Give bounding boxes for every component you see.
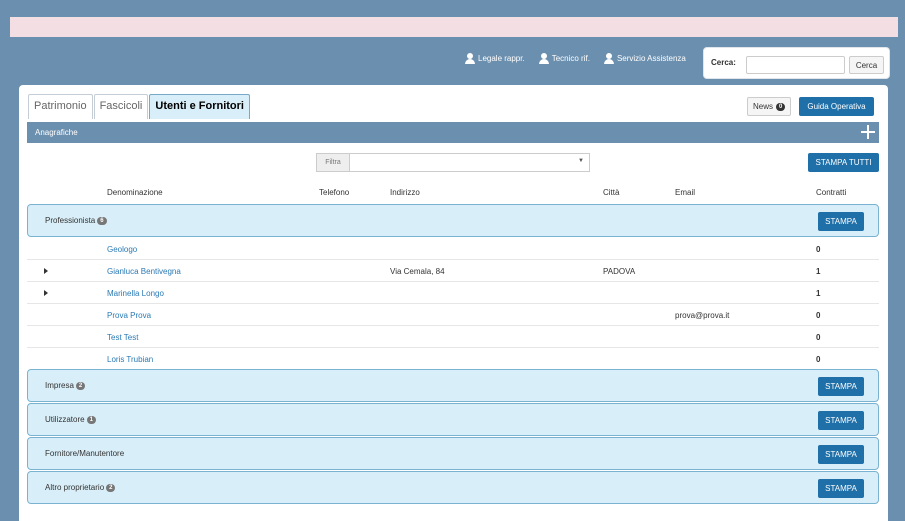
row-contratti: 1 bbox=[816, 267, 821, 276]
table-row: Marinella Longo 1 bbox=[27, 282, 879, 304]
column-header-email: Email bbox=[675, 188, 696, 197]
top-bar bbox=[10, 6, 898, 17]
guida-operativa-button[interactable]: Guida Operativa bbox=[799, 97, 874, 116]
table-row: Loris Trubian 0 bbox=[27, 348, 879, 370]
stampa-tutti-button[interactable]: STAMPA TUTTI bbox=[808, 153, 879, 172]
row-name-link[interactable]: Loris Trubian bbox=[107, 355, 153, 364]
servizio-assistenza-link[interactable]: Servizio Assistenza bbox=[603, 53, 686, 64]
group-label: Altro proprietario bbox=[45, 483, 105, 492]
group-professionista[interactable]: Professionista 6 STAMPA bbox=[27, 204, 879, 237]
section-header: Anagrafiche bbox=[27, 122, 879, 143]
filter-select[interactable]: ▼ bbox=[349, 153, 590, 172]
user-links: Legale rappr. Tecnico rif. Servizio Assi… bbox=[465, 53, 686, 64]
count-badge: 2 bbox=[75, 381, 86, 390]
stampa-button[interactable]: STAMPA bbox=[818, 445, 864, 464]
column-header-citta: Città bbox=[603, 188, 620, 197]
tecnico-rif-label: Tecnico rif. bbox=[551, 54, 590, 63]
tab-fascicoli[interactable]: Fascicoli bbox=[93, 94, 149, 119]
servizio-assistenza-label: Servizio Assistenza bbox=[616, 54, 686, 63]
notice-strip bbox=[10, 17, 898, 37]
user-bar: Legale rappr. Tecnico rif. Servizio Assi… bbox=[10, 37, 898, 85]
main-panel: Patrimonio Fascicoli Utenti e Fornitori … bbox=[19, 85, 888, 521]
row-name-link[interactable]: Gianluca Bentivegna bbox=[107, 267, 181, 276]
table-row: Geologo 0 bbox=[27, 238, 879, 260]
row-indirizzo: Via Cemala, 84 bbox=[390, 267, 445, 276]
row-contratti: 0 bbox=[816, 333, 821, 342]
user-icon bbox=[465, 53, 475, 64]
tabs: Patrimonio Fascicoli Utenti e Fornitori bbox=[28, 94, 251, 119]
group-utilizzatore[interactable]: Utilizzatore 1 STAMPA bbox=[27, 403, 879, 436]
group-altro-proprietario[interactable]: Altro proprietario 2 STAMPA bbox=[27, 471, 879, 504]
row-email: prova@prova.it bbox=[675, 311, 730, 320]
group-label: Impresa bbox=[45, 381, 74, 390]
row-citta: PADOVA bbox=[603, 267, 636, 276]
stampa-button[interactable]: STAMPA bbox=[818, 212, 864, 231]
group-fornitore-manutentore[interactable]: Fornitore/Manutentore STAMPA bbox=[27, 437, 879, 470]
row-contratti: 0 bbox=[816, 311, 821, 320]
row-contratti: 0 bbox=[816, 245, 821, 254]
filter-label: Filtra bbox=[316, 153, 349, 172]
legale-rappr-label: Legale rappr. bbox=[478, 54, 525, 63]
expand-arrow-icon[interactable] bbox=[44, 268, 48, 274]
legale-rappr-link[interactable]: Legale rappr. bbox=[465, 53, 525, 64]
row-contratti: 1 bbox=[816, 289, 821, 298]
count-badge: 1 bbox=[86, 415, 96, 424]
row-name-link[interactable]: Prova Prova bbox=[107, 311, 151, 320]
news-label: News bbox=[753, 102, 774, 111]
group-name: Fornitore/Manutentore bbox=[45, 449, 124, 458]
column-header-telefono: Telefono bbox=[319, 188, 350, 197]
group-name: Impresa 2 bbox=[45, 381, 86, 390]
tecnico-rif-link[interactable]: Tecnico rif. bbox=[538, 53, 590, 64]
table-row: Test Test 0 bbox=[27, 326, 879, 348]
column-header-denominazione: Denominazione bbox=[107, 188, 163, 197]
tab-patrimonio[interactable]: Patrimonio bbox=[28, 94, 93, 119]
row-name-link[interactable]: Test Test bbox=[107, 333, 138, 342]
news-count-badge: 0 bbox=[776, 102, 786, 111]
group-impresa[interactable]: Impresa 2 STAMPA bbox=[27, 369, 879, 402]
table-row: Prova Prova prova@prova.it 0 bbox=[27, 304, 879, 326]
search-label: Cerca: bbox=[711, 58, 736, 67]
table-row: Gianluca Bentivegna Via Cemala, 84 PADOV… bbox=[27, 260, 879, 282]
group-label: Professionista bbox=[45, 216, 96, 225]
group-label: Fornitore/Manutentore bbox=[45, 449, 125, 458]
expand-arrow-icon[interactable] bbox=[44, 290, 48, 296]
group-name: Altro proprietario 2 bbox=[45, 483, 116, 492]
row-name-link[interactable]: Marinella Longo bbox=[107, 289, 164, 298]
search-button[interactable]: Cerca bbox=[849, 56, 884, 74]
stampa-button[interactable]: STAMPA bbox=[818, 377, 864, 396]
chevron-down-icon: ▼ bbox=[578, 158, 584, 164]
search-input[interactable] bbox=[746, 56, 845, 74]
section-title: Anagrafiche bbox=[35, 128, 78, 137]
tab-utenti-fornitori[interactable]: Utenti e Fornitori bbox=[149, 94, 250, 119]
filter-control: Filtra ▼ bbox=[316, 153, 590, 172]
column-header-contratti: Contratti bbox=[816, 188, 847, 197]
stampa-button[interactable]: STAMPA bbox=[818, 411, 864, 430]
stampa-button[interactable]: STAMPA bbox=[818, 479, 864, 498]
count-badge: 6 bbox=[97, 216, 107, 225]
plus-icon[interactable] bbox=[861, 125, 875, 139]
column-header-indirizzo: Indirizzo bbox=[390, 188, 420, 197]
user-icon bbox=[603, 53, 614, 64]
group-name: Utilizzatore 1 bbox=[45, 415, 96, 424]
row-name-link[interactable]: Geologo bbox=[107, 245, 137, 254]
search-box: Cerca: Cerca bbox=[703, 47, 890, 79]
news-button[interactable]: News 0 bbox=[747, 97, 792, 116]
user-icon bbox=[538, 53, 549, 64]
group-name: Professionista 6 bbox=[45, 216, 107, 225]
group-label: Utilizzatore bbox=[45, 415, 85, 424]
count-badge: 2 bbox=[106, 483, 116, 492]
row-contratti: 0 bbox=[816, 355, 821, 364]
